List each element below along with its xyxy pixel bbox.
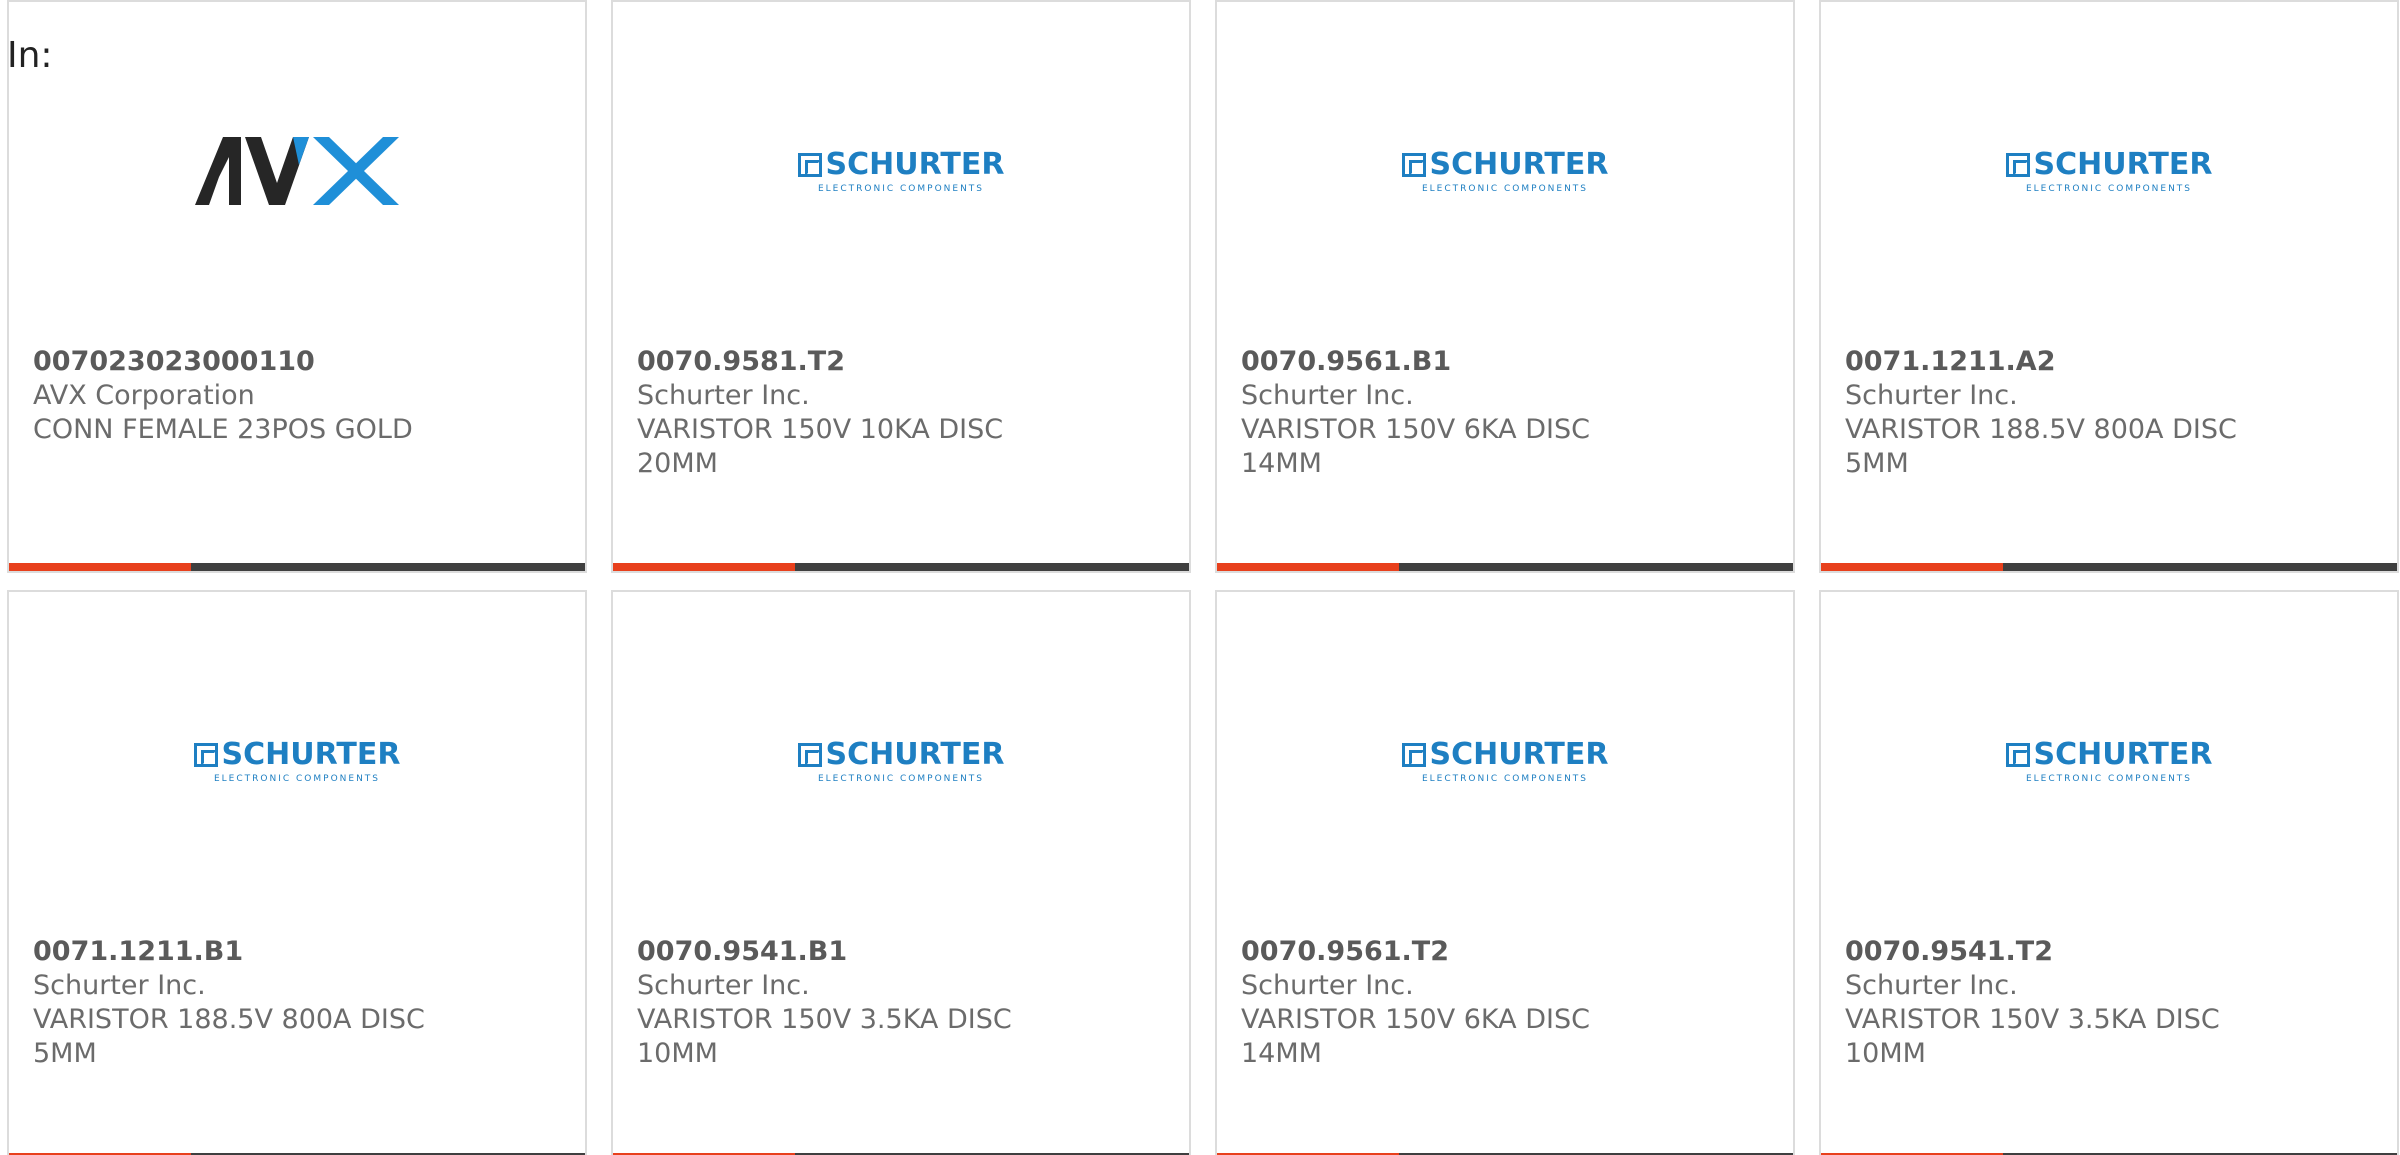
manufacturer-name: Schurter Inc. [33, 970, 206, 1001]
part-number[interactable]: 0071.1211.A2 [1845, 345, 2265, 379]
manufacturer-name: Schurter Inc. [1845, 970, 2018, 1001]
manufacturer-name: Schurter Inc. [1845, 380, 2018, 411]
schurter-logo: SCHURTER ELECTRONIC COMPONENTS [1401, 740, 1608, 784]
schurter-logo: SCHURTER ELECTRONIC COMPONENTS [2005, 150, 2212, 194]
product-info: 007023023000110 AVX Corporation CONN FEM… [33, 345, 453, 447]
manufacturer-name: Schurter Inc. [637, 380, 810, 411]
schurter-logo: SCHURTER ELECTRONIC COMPONENTS [193, 740, 400, 784]
product-info: 0070.9561.T2 Schurter Inc. VARISTOR 150V… [1241, 935, 1661, 1071]
card-accent-bar [9, 563, 191, 571]
manufacturer-logo: SCHURTER ELECTRONIC COMPONENTS [1217, 134, 1793, 210]
avx-logo [195, 137, 399, 205]
card-accent-bar [1821, 563, 2003, 571]
part-number[interactable]: 0070.9561.T2 [1241, 935, 1661, 969]
manufacturer-logo: SCHURTER ELECTRONIC COMPONENTS [613, 724, 1189, 800]
card-accent-bar [1217, 563, 1399, 571]
part-number[interactable]: 0070.9581.T2 [637, 345, 1057, 379]
product-card[interactable]: SCHURTER ELECTRONIC COMPONENTS 0070.9581… [611, 0, 1191, 573]
product-description: VARISTOR 150V 10KA DISC 20MM [637, 414, 1004, 479]
schurter-mark-icon [797, 153, 822, 177]
manufacturer-name: Schurter Inc. [1241, 970, 1414, 1001]
product-card[interactable]: SCHURTER ELECTRONIC COMPONENTS 0070.9541… [1819, 590, 2399, 1155]
product-card[interactable]: 007023023000110 AVX Corporation CONN FEM… [7, 0, 587, 573]
schurter-mark-icon [193, 743, 218, 767]
card-accent-bar [613, 563, 795, 571]
product-info: 0070.9561.B1 Schurter Inc. VARISTOR 150V… [1241, 345, 1661, 481]
product-description: VARISTOR 150V 3.5KA DISC 10MM [637, 1004, 1012, 1069]
product-card[interactable]: SCHURTER ELECTRONIC COMPONENTS 0071.1211… [1819, 0, 2399, 573]
product-description: VARISTOR 150V 3.5KA DISC 10MM [1845, 1004, 2220, 1069]
filter-label: In: [7, 35, 53, 76]
schurter-mark-icon [1401, 743, 1426, 767]
product-description: VARISTOR 188.5V 800A DISC 5MM [33, 1004, 425, 1069]
schurter-mark-icon [1401, 153, 1426, 177]
schurter-mark-icon [797, 743, 822, 767]
product-description: CONN FEMALE 23POS GOLD [33, 414, 413, 445]
product-grid: 007023023000110 AVX Corporation CONN FEM… [7, 0, 2400, 1155]
schurter-logo: SCHURTER ELECTRONIC COMPONENTS [1401, 150, 1608, 194]
product-description: VARISTOR 188.5V 800A DISC 5MM [1845, 414, 2237, 479]
manufacturer-logo [9, 134, 585, 210]
product-card[interactable]: SCHURTER ELECTRONIC COMPONENTS 0071.1211… [7, 590, 587, 1155]
product-card[interactable]: SCHURTER ELECTRONIC COMPONENTS 0070.9561… [1215, 0, 1795, 573]
part-number[interactable]: 0070.9541.T2 [1845, 935, 2265, 969]
schurter-mark-icon [2005, 153, 2030, 177]
product-description: VARISTOR 150V 6KA DISC 14MM [1241, 1004, 1590, 1069]
product-results-page: In: 007023023000110 AVX Corporation CONN… [0, 0, 2400, 1155]
part-number[interactable]: 007023023000110 [33, 345, 453, 379]
manufacturer-logo: SCHURTER ELECTRONIC COMPONENTS [9, 724, 585, 800]
product-description: VARISTOR 150V 6KA DISC 14MM [1241, 414, 1590, 479]
manufacturer-name: AVX Corporation [33, 380, 255, 411]
product-info: 0071.1211.B1 Schurter Inc. VARISTOR 188.… [33, 935, 453, 1071]
part-number[interactable]: 0070.9541.B1 [637, 935, 1057, 969]
product-card[interactable]: SCHURTER ELECTRONIC COMPONENTS 0070.9541… [611, 590, 1191, 1155]
schurter-logo: SCHURTER ELECTRONIC COMPONENTS [2005, 740, 2212, 784]
product-info: 0070.9541.B1 Schurter Inc. VARISTOR 150V… [637, 935, 1057, 1071]
schurter-logo: SCHURTER ELECTRONIC COMPONENTS [797, 740, 1004, 784]
manufacturer-logo: SCHURTER ELECTRONIC COMPONENTS [1821, 134, 2397, 210]
manufacturer-name: Schurter Inc. [637, 970, 810, 1001]
manufacturer-name: Schurter Inc. [1241, 380, 1414, 411]
part-number[interactable]: 0071.1211.B1 [33, 935, 453, 969]
product-info: 0070.9541.T2 Schurter Inc. VARISTOR 150V… [1845, 935, 2265, 1071]
schurter-logo: SCHURTER ELECTRONIC COMPONENTS [797, 150, 1004, 194]
part-number[interactable]: 0070.9561.B1 [1241, 345, 1661, 379]
product-info: 0071.1211.A2 Schurter Inc. VARISTOR 188.… [1845, 345, 2265, 481]
product-info: 0070.9581.T2 Schurter Inc. VARISTOR 150V… [637, 345, 1057, 481]
manufacturer-logo: SCHURTER ELECTRONIC COMPONENTS [1821, 724, 2397, 800]
manufacturer-logo: SCHURTER ELECTRONIC COMPONENTS [1217, 724, 1793, 800]
product-card[interactable]: SCHURTER ELECTRONIC COMPONENTS 0070.9561… [1215, 590, 1795, 1155]
schurter-mark-icon [2005, 743, 2030, 767]
manufacturer-logo: SCHURTER ELECTRONIC COMPONENTS [613, 134, 1189, 210]
